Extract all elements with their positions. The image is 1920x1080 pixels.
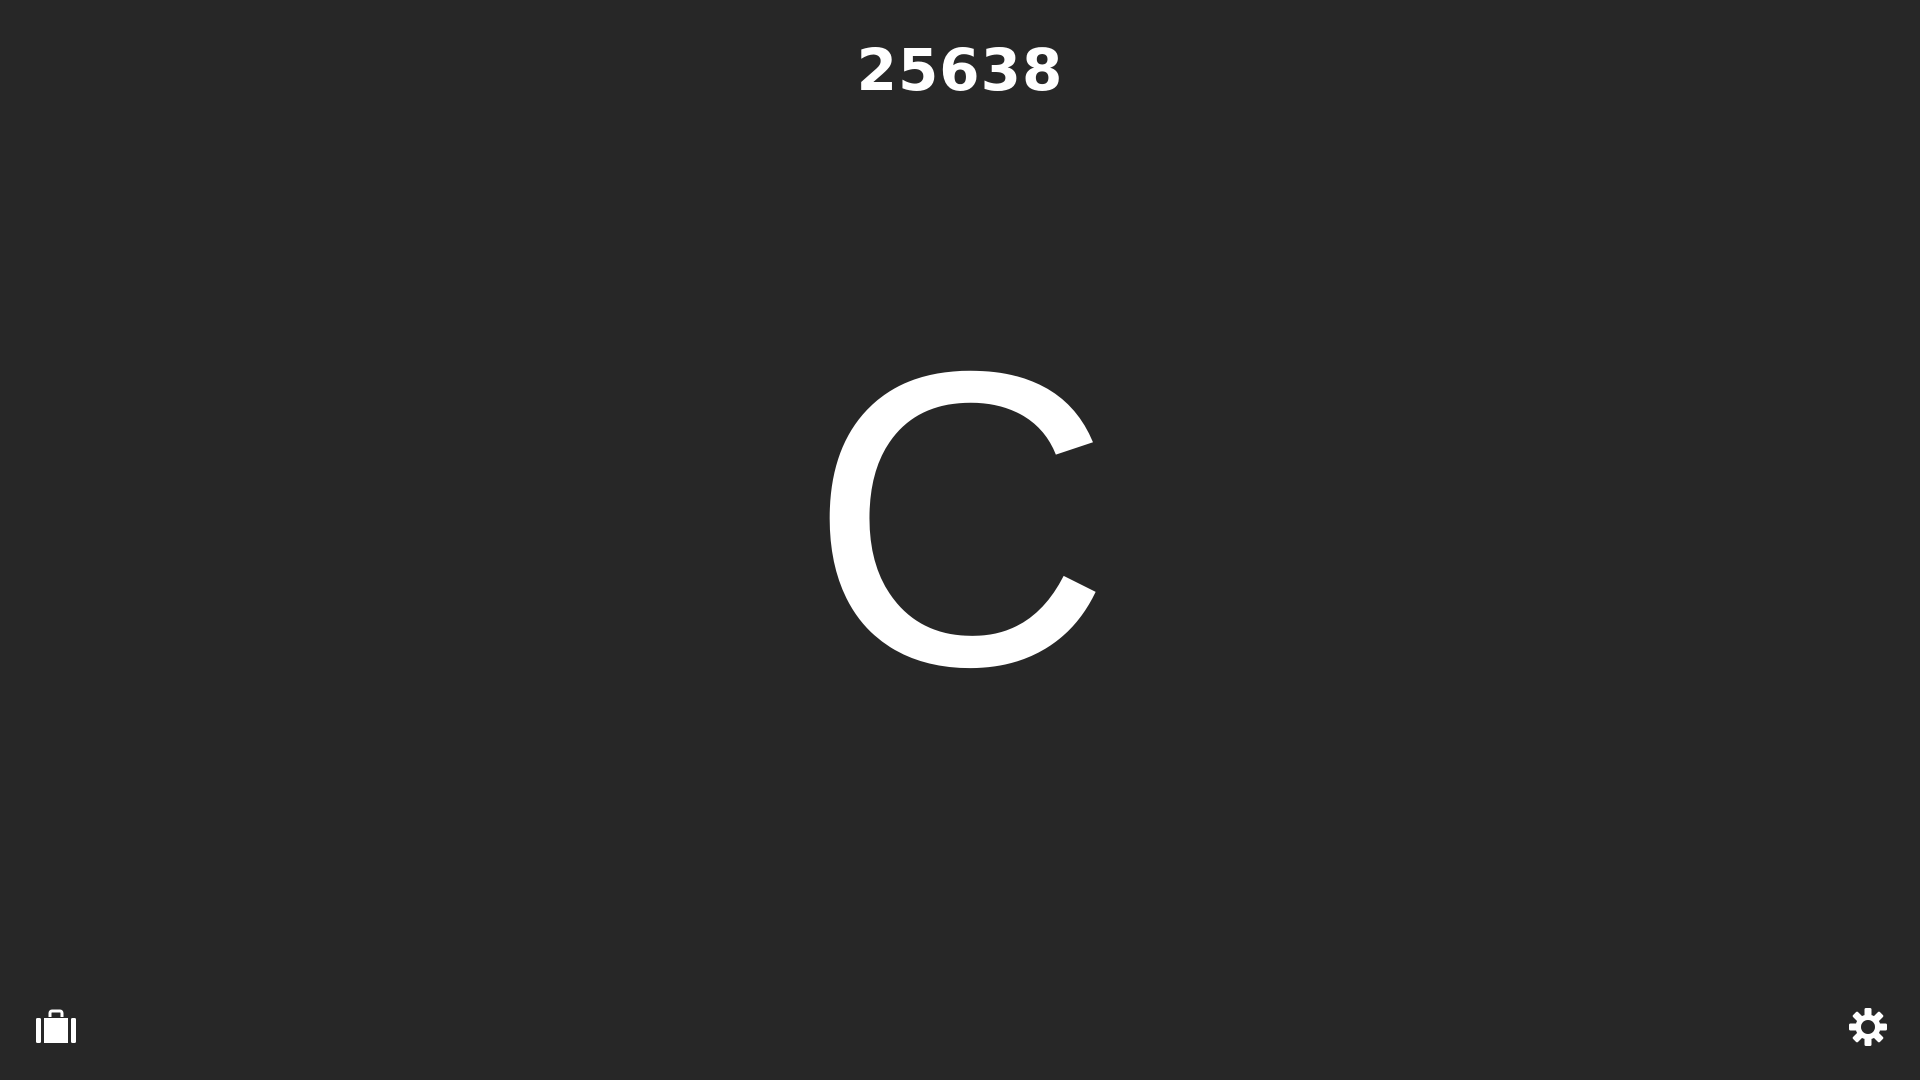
inventory-button[interactable] — [28, 999, 84, 1055]
target-letter: C — [808, 285, 1112, 754]
settings-button[interactable] — [1840, 999, 1896, 1055]
score-counter: 25638 — [856, 36, 1064, 104]
briefcase-icon — [35, 1009, 77, 1045]
game-screen: 25638 C — [0, 0, 1920, 1080]
gear-icon — [1847, 1006, 1889, 1048]
